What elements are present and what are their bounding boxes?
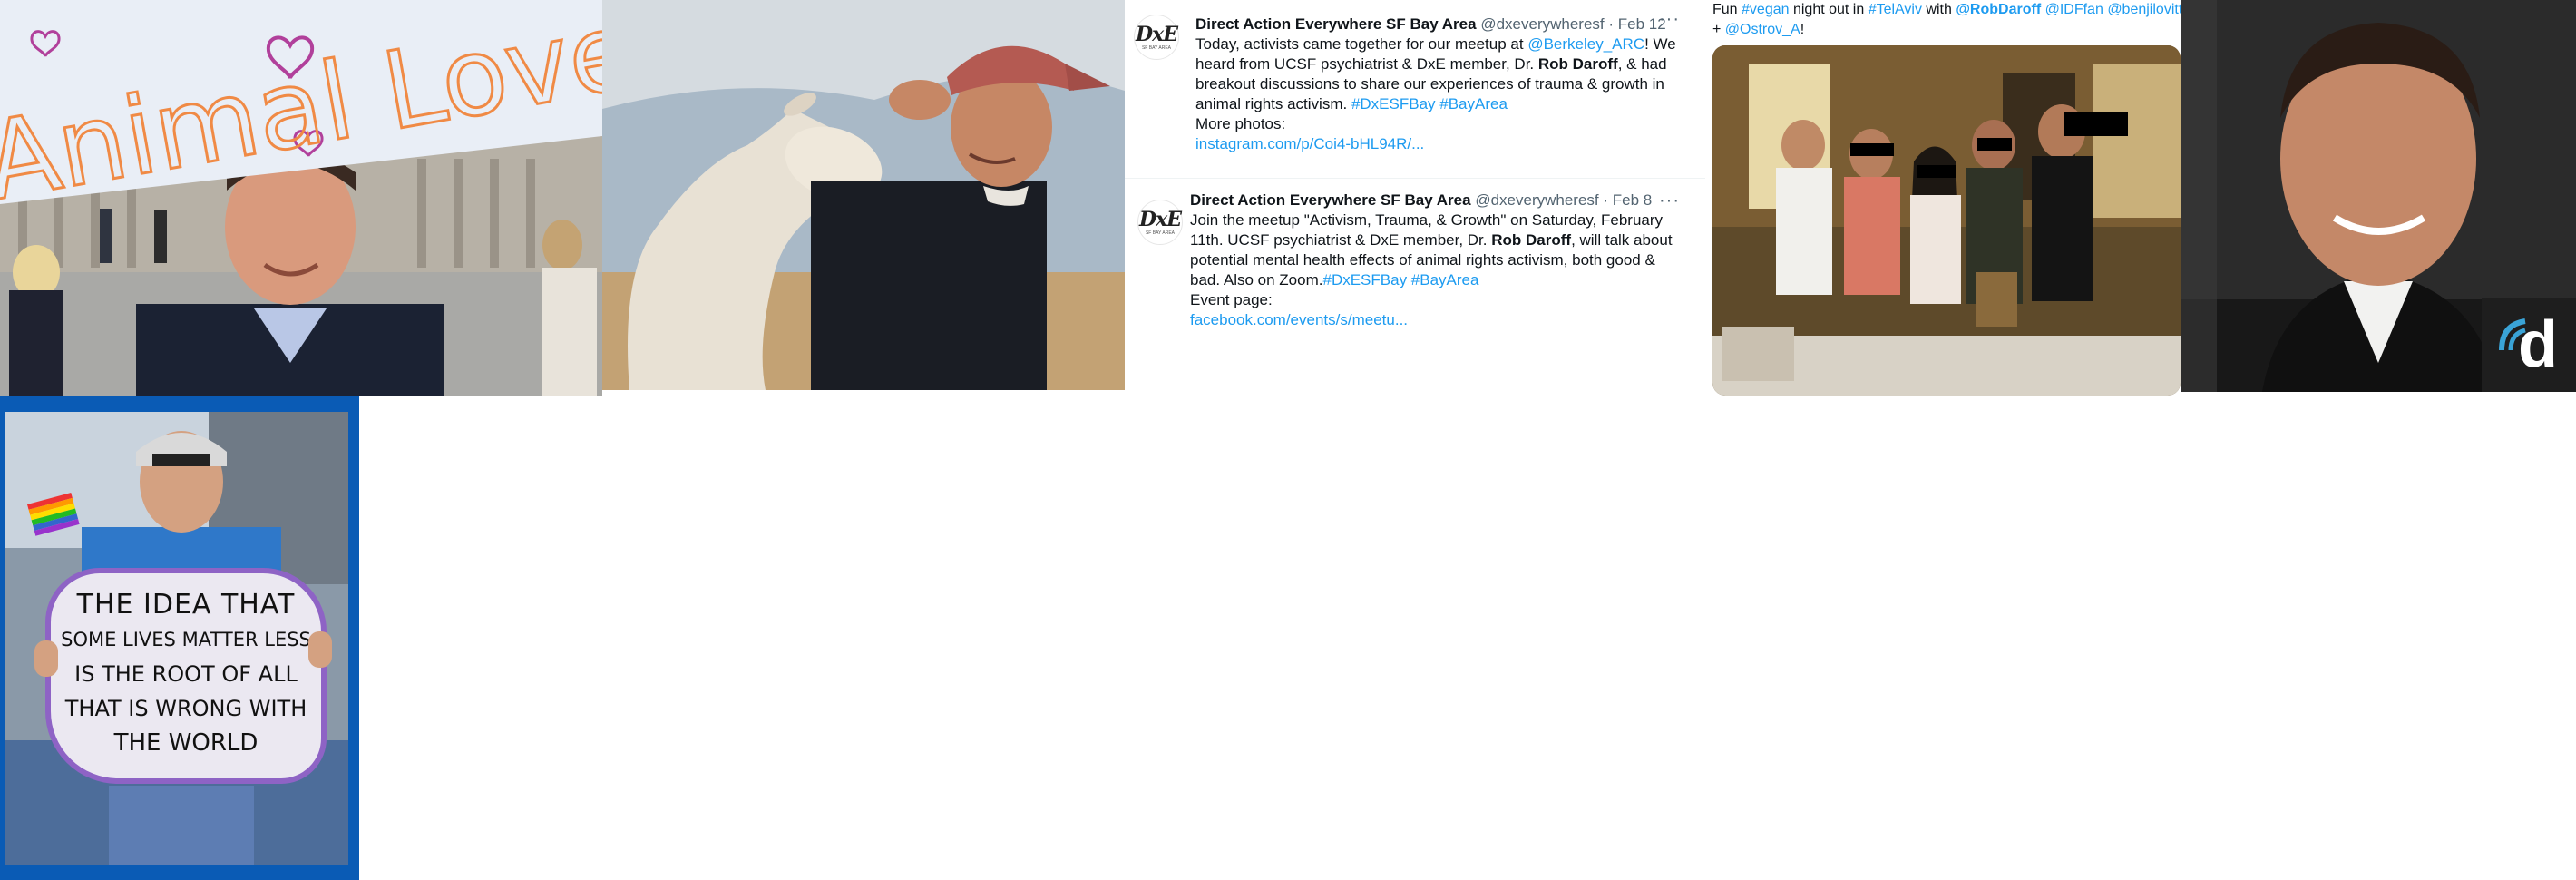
sign-line: THAT IS WRONG WITH — [64, 696, 307, 721]
photo-protest-sign: THE IDEA THAT SOME LIVES MATTER LESS IS … — [0, 396, 359, 880]
sign-line: IS THE ROOT OF ALL — [74, 661, 298, 687]
caption-text: + — [1712, 22, 1725, 37]
tweet-date[interactable]: · Feb 8 — [1603, 191, 1652, 209]
bold-name: Rob Daroff — [1491, 231, 1572, 249]
more-photos-label: More photos: — [1195, 115, 1286, 132]
hashtag-links[interactable]: #DxESFBay #BayArea — [1351, 95, 1508, 112]
photo-headshot: d — [2181, 0, 2576, 392]
tweet-date[interactable]: · Feb 12 — [1608, 15, 1665, 33]
hashtag-link[interactable]: #vegan — [1742, 2, 1790, 17]
tweet-card[interactable]: DxE SF BAY AREA ··· Direct Action Everyw… — [1125, 0, 1705, 181]
external-link[interactable]: facebook.com/events/s/meetu... — [1190, 310, 1687, 330]
caption-text: with — [1921, 2, 1956, 17]
photo-man-with-goat — [602, 0, 1125, 390]
sign-line: THE IDEA THAT — [76, 589, 296, 621]
avatar[interactable]: DxE SF BAY AREA — [1137, 200, 1183, 245]
photo-animal-lovers-sign: Animal Lovers — [0, 0, 602, 396]
sign-line: THE WORLD — [113, 729, 259, 757]
mention-link[interactable]: @Berkeley_ARC — [1527, 35, 1644, 53]
tweet-card[interactable]: DxE SF BAY AREA ··· Direct Action Everyw… — [1125, 178, 1705, 377]
caption-text: Fun — [1712, 2, 1742, 17]
avatar-logo: DxE — [1136, 22, 1178, 46]
hand-right — [308, 631, 332, 668]
tweet-text: Join the meetup "Activism, Trauma, & Gro… — [1190, 210, 1687, 290]
mention-link[interactable]: @benjilovitt — [2107, 2, 2182, 17]
hand-left — [34, 640, 58, 677]
author-handle[interactable]: @dxeverywheresf — [1475, 191, 1598, 209]
tweet-text: Today, activists came together for our m… — [1195, 34, 1687, 114]
avatar[interactable]: DxE SF BAY AREA — [1134, 15, 1179, 60]
mention-link[interactable]: @Ostrov_A — [1725, 22, 1800, 37]
sign-text: THE IDEA THAT SOME LIVES MATTER LESS IS … — [53, 588, 319, 760]
caption-text: ! — [1800, 22, 1805, 37]
mention-link[interactable]: @RobDaroff — [1956, 2, 2041, 17]
avatar-logo-sub: SF BAY AREA — [1141, 44, 1172, 51]
author-name[interactable]: Direct Action Everywhere SF Bay Area — [1195, 15, 1477, 33]
logo-letter: d — [2518, 308, 2558, 381]
logo-badge: d — [2482, 298, 2576, 392]
avatar-logo-sub: SF BAY AREA — [1145, 230, 1176, 236]
caption-text: night out in — [1789, 2, 1869, 17]
tweet-caption: Fun #vegan night out in #TelAviv with @R… — [1712, 0, 2184, 40]
sign-line: SOME LIVES MATTER LESS — [61, 629, 311, 650]
hashtag-link[interactable]: #TelAviv — [1869, 2, 1922, 17]
mention-link[interactable]: @IDFfan — [2045, 2, 2103, 17]
author-handle[interactable]: @dxeverywheresf — [1480, 15, 1604, 33]
event-page-label: Event page: — [1190, 291, 1273, 308]
bold-name: Rob Daroff — [1537, 55, 1618, 73]
photo-group-restaurant — [1712, 45, 2181, 396]
tweet-text-part: Today, activists came together for our m… — [1195, 35, 1528, 53]
author-name[interactable]: Direct Action Everywhere SF Bay Area — [1190, 191, 1471, 209]
external-link[interactable]: instagram.com/p/Coi4-bHL94R/... — [1195, 134, 1687, 154]
hashtag-links[interactable]: #DxESFBay #BayArea — [1322, 271, 1478, 288]
avatar-logo: DxE — [1139, 207, 1182, 231]
